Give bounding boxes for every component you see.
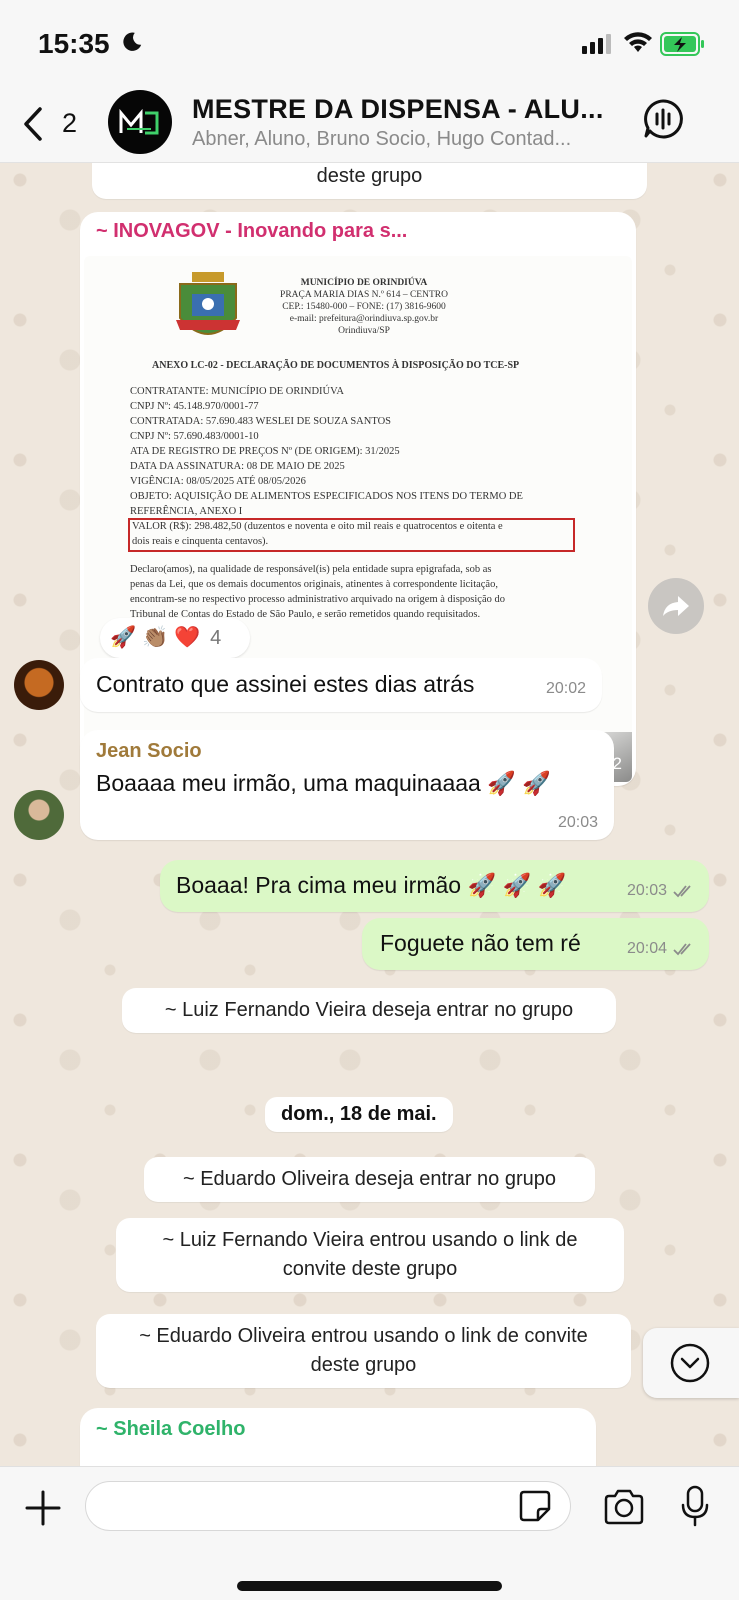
doc-declaration: penas da Lei, que os demais documentos o… xyxy=(130,579,498,590)
message-text: Contrato que assinei estes dias atrás xyxy=(96,671,475,697)
group-logo-icon xyxy=(119,108,159,135)
doc-line: REFERÊNCIA, ANEXO I xyxy=(130,506,243,517)
date-divider: dom., 18 de mai. xyxy=(265,1097,453,1132)
system-message-text: ~ Luiz Fernando Vieira deseja entrar no … xyxy=(164,999,574,1021)
message-time: 20:02 xyxy=(545,680,586,697)
forward-icon xyxy=(663,596,689,616)
system-message: ~ Eduardo Oliveira deseja entrar no grup… xyxy=(144,1157,595,1202)
message-text: Boaaaa meu irmão, uma maquinaaaa 🚀 🚀 xyxy=(96,770,551,796)
doc-declaration: Declaro(amos), na qualidade de responsáv… xyxy=(130,564,492,575)
doc-declaration: encontram-se no respectivo processo admi… xyxy=(130,594,505,605)
doc-line: VIGÊNCIA: 08/05/2025 ATÉ 08/05/2026 xyxy=(130,476,306,487)
doc-valor: dois reais e cinquenta centavos). xyxy=(132,536,269,547)
system-message-text: ~ Eduardo Oliveira entrou usando o link … xyxy=(139,1325,588,1347)
doc-line: CNPJ Nº: 45.148.970/0001-77 xyxy=(130,401,259,412)
message-composer xyxy=(0,1466,739,1600)
message-reactions[interactable]: 🚀 👏🏽 ❤️ 4 xyxy=(100,618,250,658)
text-message[interactable]: ~ Sheila Coelho xyxy=(80,1408,596,1470)
system-message-text: deste grupo xyxy=(310,1354,417,1376)
camera-icon[interactable] xyxy=(603,1489,645,1525)
doc-municipio: MUNICÍPIO DE ORINDIÚVA xyxy=(300,278,428,288)
doc-email: e-mail: prefeitura@orindiuva.sp.gov.br xyxy=(289,314,439,324)
doc-line: CONTRATANTE: MUNICÍPIO DE ORINDIÚVA xyxy=(130,386,344,397)
group-avatar[interactable] xyxy=(108,90,172,154)
doc-line: DATA DA ASSINATURA: 08 DE MAIO DE 2025 xyxy=(130,461,345,472)
wifi-icon xyxy=(624,32,652,52)
back-icon[interactable] xyxy=(20,106,46,142)
message-sender[interactable]: ~ Sheila Coelho xyxy=(96,1418,245,1441)
system-message: ~ Eduardo Oliveira entrou usando o link … xyxy=(96,1314,631,1388)
group-title[interactable]: MESTRE DA DISPENSA - ALU... xyxy=(192,94,612,125)
message-sender[interactable]: ~ INOVAGOV - Inovando para s... xyxy=(96,220,407,243)
home-indicator xyxy=(237,1581,502,1591)
doc-cidade: Orindiuva/SP xyxy=(338,326,390,336)
message-input[interactable] xyxy=(85,1481,571,1531)
message-time: 20:03 xyxy=(557,814,598,831)
doc-line: ATA DE REGISTRO DE PREÇOS Nº (DE ORIGEM)… xyxy=(130,446,400,457)
scroll-to-bottom-button[interactable] xyxy=(643,1328,739,1398)
doc-valor: VALOR (R$): 298.482,50 (duzentos e noven… xyxy=(132,521,503,532)
system-message: ~ Luiz Fernando Vieira entrou usando o l… xyxy=(116,1218,624,1292)
message-time: 20:03 xyxy=(626,882,667,899)
avatar[interactable] xyxy=(14,790,64,840)
message-sender[interactable]: Jean Socio xyxy=(96,740,202,763)
chevron-down-icon xyxy=(670,1343,710,1383)
system-message-text: ~ Luiz Fernando Vieira entrou usando o l… xyxy=(162,1229,578,1251)
system-message: deste grupo xyxy=(92,160,647,199)
moon-icon xyxy=(123,32,142,51)
crest-icon xyxy=(176,272,240,335)
plus-icon[interactable] xyxy=(24,1489,62,1527)
status-bar: 15:35 xyxy=(0,0,739,88)
battery-icon xyxy=(660,32,704,56)
text-message[interactable]: Contrato que assinei estes dias atrás 20… xyxy=(80,658,602,712)
doc-line: CONTRATADA: 57.690.483 WESLEI DE SOUZA S… xyxy=(130,416,391,427)
outgoing-message[interactable]: Boaaa! Pra cima meu irmão 🚀 🚀 🚀 20:03 xyxy=(160,860,709,912)
message-text: Foguete não tem ré xyxy=(380,930,581,956)
system-message-text: deste grupo xyxy=(316,165,423,187)
outgoing-message[interactable]: Foguete não tem ré 20:04 xyxy=(362,918,709,970)
doc-cep: CEP.: 15480-000 – FONE: (17) 3816-9600 xyxy=(282,302,446,312)
status-time: 15:35 xyxy=(38,28,110,59)
mic-icon[interactable] xyxy=(680,1485,710,1527)
doc-title: ANEXO LC-02 - DECLARAÇÃO DE DOCUMENTOS À… xyxy=(152,360,520,371)
unread-count[interactable]: 2 xyxy=(62,108,77,139)
reaction-count: 4 xyxy=(210,626,222,649)
voice-chat-icon[interactable] xyxy=(642,98,684,140)
system-message-text: convite deste grupo xyxy=(282,1258,458,1280)
forward-button[interactable] xyxy=(648,578,704,634)
group-members[interactable]: Abner, Aluno, Bruno Socio, Hugo Contad..… xyxy=(192,128,617,151)
signal-icon xyxy=(582,34,611,54)
date-divider-text: dom., 18 de mai. xyxy=(281,1103,437,1125)
message-text: Boaaa! Pra cima meu irmão 🚀 🚀 🚀 xyxy=(176,872,567,898)
read-ticks-icon xyxy=(673,885,691,898)
avatar[interactable] xyxy=(14,660,64,710)
read-ticks-icon xyxy=(673,943,691,956)
system-message: ~ Luiz Fernando Vieira deseja entrar no … xyxy=(122,988,616,1033)
doc-line: OBJETO: AQUISIÇÃO DE ALIMENTOS ESPECIFIC… xyxy=(130,491,523,502)
chat-header: 2 MESTRE DA DISPENSA - ALU... Abner, Alu… xyxy=(0,88,739,163)
system-message-text: ~ Eduardo Oliveira deseja entrar no grup… xyxy=(182,1168,556,1190)
text-message[interactable]: Jean Socio Boaaaa meu irmão, uma maquina… xyxy=(80,730,614,840)
chat-area[interactable]: deste grupo ~ INOVAGOV - Inovando para s… xyxy=(0,160,739,1470)
doc-endereco: PRAÇA MARIA DIAS N.º 614 – CENTRO xyxy=(280,290,448,300)
message-time: 20:04 xyxy=(626,940,667,957)
reaction-emojis: 🚀 👏🏽 ❤️ xyxy=(110,626,201,649)
doc-line: CNPJ Nº: 57.690.483/0001-10 xyxy=(130,431,259,442)
sticker-icon[interactable] xyxy=(518,1489,552,1523)
